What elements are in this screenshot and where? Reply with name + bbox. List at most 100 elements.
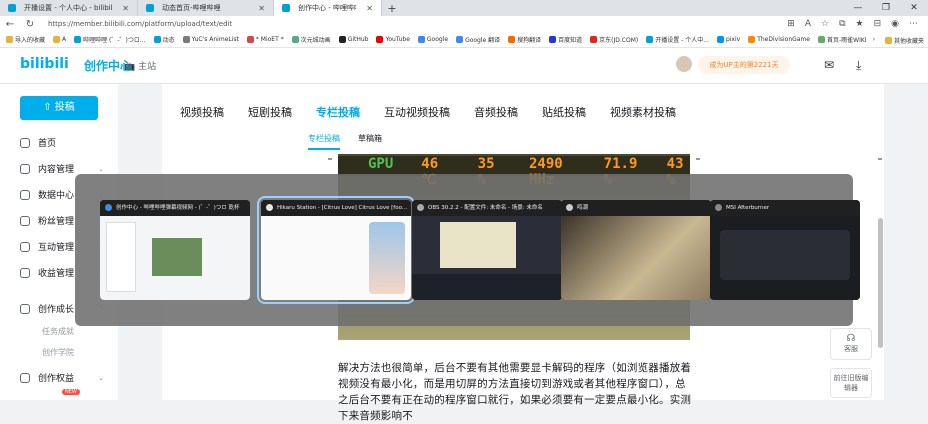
bookmark[interactable]: Google 翻译 <box>456 35 500 44</box>
avatar[interactable] <box>676 56 692 72</box>
folder-icon <box>884 37 892 44</box>
bookmark[interactable]: TheDivisionGame <box>748 36 810 43</box>
refresh-icon[interactable]: ↻ <box>20 19 40 30</box>
baidu-icon <box>549 36 557 43</box>
income-icon <box>20 267 30 278</box>
close-window-icon[interactable]: ✕ <box>900 0 928 16</box>
hud-label: GPU <box>368 156 394 172</box>
hud-temp: 46 ℃ <box>421 156 439 188</box>
subtab-drafts[interactable]: 草稿箱 <box>358 133 382 150</box>
window-title: MSI Afterburner <box>710 200 860 216</box>
image-handle-right[interactable] <box>696 158 700 160</box>
headset-icon: ☊ <box>846 333 856 344</box>
bookmark[interactable]: 京东(JD.COM) <box>590 35 638 44</box>
window-title: 鸣潮 <box>561 200 711 216</box>
home-link[interactable]: 📺 主站 <box>124 59 156 72</box>
close-tab-icon[interactable]: ✕ <box>122 4 129 13</box>
translate-icon[interactable]: ⊞ <box>787 19 795 29</box>
site-icon <box>246 36 254 43</box>
article-paragraph[interactable]: 解决方法也很简单，后台不要有其他需要显卡解码的程序（如浏览器播放着视频没有最小化… <box>338 360 692 424</box>
browser-tab[interactable]: 动态首页-哔哩哔哩 ✕ <box>138 0 274 16</box>
switcher-window[interactable]: 创作中心 - 哔哩哔哩弹幕视频网 - (゜-゜)つロ 乾杯 <box>100 200 250 300</box>
maximize-icon[interactable]: ❐ <box>872 0 900 16</box>
tab-sticker[interactable]: 贴纸投稿 <box>542 104 586 120</box>
address-bar-icons: ⊞ A ☆ ⧉ ★ ⊟ ◉ ⋯ <box>787 19 928 29</box>
tab-audio[interactable]: 音频投稿 <box>474 104 518 120</box>
subtab-column-post[interactable]: 专栏投稿 <box>308 133 340 150</box>
bookmark[interactable]: 导入的收藏 <box>6 35 45 44</box>
bookmark[interactable]: YouTube <box>376 36 410 43</box>
up-days-button[interactable]: 成为UP主的第2221天 <box>698 56 790 74</box>
close-tab-icon[interactable]: ✕ <box>258 4 265 13</box>
folder-icon <box>6 36 13 43</box>
bookmark[interactable]: Google <box>417 36 448 43</box>
bookmark[interactable]: 次元城动画 <box>291 35 331 44</box>
tab-title: 创作中心 - 哔哩哔哩弹幕视频网 <box>298 4 356 12</box>
old-editor-button[interactable]: 前往旧版编辑器 <box>830 368 872 398</box>
site-icon <box>182 36 190 43</box>
bookmark[interactable]: 百度知道 <box>549 35 582 44</box>
collections-icon[interactable]: ⊟ <box>874 19 882 29</box>
window-thumbnail <box>100 216 250 300</box>
url-field[interactable]: https://member.bilibili.com/platform/upl… <box>48 20 787 28</box>
upload-icon[interactable]: ⤓ <box>856 58 861 73</box>
bilibili-logo[interactable]: bilibili <box>20 56 69 72</box>
switcher-window[interactable]: MSI Afterburner <box>710 200 860 300</box>
back-icon[interactable]: ← <box>0 19 20 30</box>
bookmark[interactable]: A <box>53 36 66 43</box>
hud-load: 35 % <box>477 156 495 188</box>
page-scrollbar[interactable] <box>878 150 884 400</box>
close-tab-icon[interactable]: ✕ <box>366 4 373 13</box>
window-thumbnail <box>261 216 411 300</box>
bookmark[interactable]: YuC's AnimeList <box>182 36 239 43</box>
minimize-icon[interactable]: — <box>844 0 872 16</box>
gpu-hud-overlay: GPU 46 ℃ 35 % 2490 MHz 71.9 % 43 % <box>338 156 690 188</box>
bookmark[interactable]: pixiv <box>716 36 740 43</box>
browser-tab-active[interactable]: 创作中心 - 哔哩哔哩弹幕视频网 ✕ <box>274 0 382 16</box>
sidebar-item-rights[interactable]: 创作权益 ⌄ <box>20 371 104 384</box>
bookmark[interactable]: 搜狗翻译 <box>508 35 541 44</box>
bookmark[interactable]: GitHub <box>338 36 368 43</box>
tab-video[interactable]: 视频投稿 <box>180 104 224 120</box>
bookmark[interactable]: * MioET * <box>246 36 284 43</box>
customer-service-button[interactable]: ☊ 客服 <box>830 328 872 360</box>
bookmark[interactable]: 动态 <box>153 35 175 44</box>
bookmarks-chevron-icon[interactable]: › <box>873 36 875 45</box>
tab-video-material[interactable]: 视频素材投稿 <box>610 104 676 120</box>
github-icon <box>338 36 346 43</box>
bilibili-favicon-icon <box>146 4 154 12</box>
more-icon[interactable]: ⋯ <box>909 19 918 29</box>
profile-icon[interactable]: ◉ <box>891 19 899 29</box>
image-handle-left[interactable] <box>328 158 332 160</box>
post-button[interactable]: ⇧ 投稿 <box>20 96 98 120</box>
sidebar-sub-tasks[interactable]: 任务成就 <box>42 326 74 337</box>
other-bookmarks[interactable]: 其他收藏夹 <box>884 36 924 45</box>
bilibili-favicon-icon <box>8 4 16 12</box>
browser-tab-strip: 开播设置 - 个人中心 - bilibili link✕ 动态首页-哔哩哔哩✕ … <box>0 0 928 16</box>
bookmark[interactable]: 哔哩哔哩 (゜-゜)つロ... <box>74 35 146 44</box>
sidebar-item-home[interactable]: 首页 <box>20 136 104 149</box>
mail-icon[interactable]: ✉ <box>824 58 834 72</box>
window-controls: — ❐ ✕ <box>844 0 928 16</box>
switcher-window[interactable]: 鸣潮 <box>561 200 711 300</box>
tab-interactive-video[interactable]: 互动视频投稿 <box>384 104 450 120</box>
new-tab-button[interactable]: + <box>382 0 402 16</box>
tab-column[interactable]: 专栏投稿 <box>316 104 360 120</box>
jd-icon <box>590 36 598 43</box>
read-aloud-icon[interactable]: A <box>805 19 811 29</box>
folder-icon <box>53 36 61 43</box>
site-icon <box>748 36 756 43</box>
favorite-icon[interactable]: ☆ <box>821 19 829 29</box>
bookmark[interactable]: 开播设置 - 个人中... <box>646 35 709 44</box>
scrollbar-thumb[interactable] <box>878 218 883 348</box>
switcher-window[interactable]: OBS 30.2.2 - 配置文件: 未命名 - 场景: 未命名 <box>412 200 562 300</box>
site-icon <box>818 36 825 43</box>
bilibili-icon <box>74 36 82 43</box>
split-screen-icon[interactable]: ⧉ <box>839 19 845 29</box>
site-icon <box>291 36 299 43</box>
sidebar-sub-academy[interactable]: 创作学院 <box>42 347 74 358</box>
tab-short-drama[interactable]: 短剧投稿 <box>248 104 292 120</box>
switcher-window-selected[interactable]: Hikaru Station - [Citrus Love] Citrus Lo… <box>257 196 415 304</box>
favorites-icon[interactable]: ★ <box>856 19 864 29</box>
browser-tab[interactable]: 开播设置 - 个人中心 - bilibili link ✕ <box>0 0 138 16</box>
